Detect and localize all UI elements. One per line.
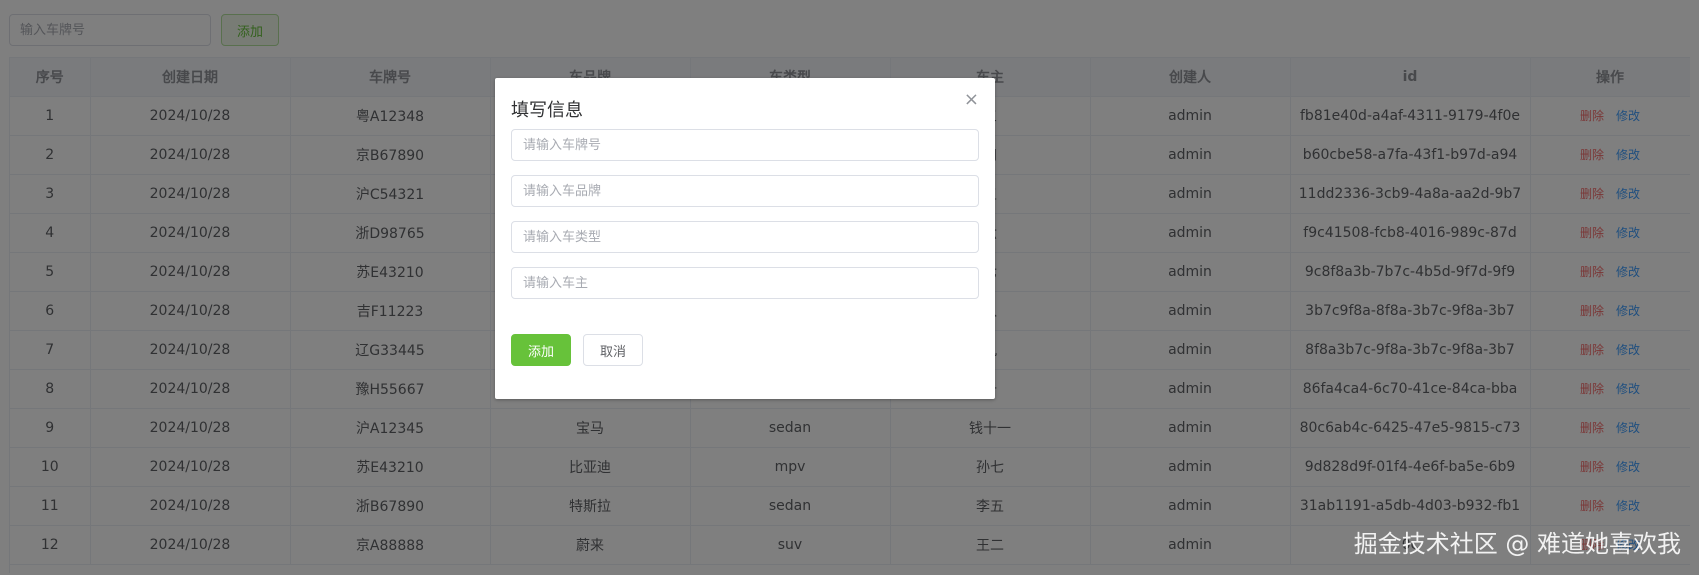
dialog-cancel-button[interactable]: 取消	[583, 334, 643, 366]
dialog-title: 填写信息	[511, 100, 583, 121]
watermark: 掘金技术社区 @ 难道她喜欢我	[1353, 530, 1681, 558]
brand-field[interactable]	[511, 175, 979, 207]
dialog-add-button[interactable]: 添加	[511, 334, 571, 366]
owner-field[interactable]	[511, 267, 979, 299]
fill-info-dialog: 填写信息 × 添加 取消	[495, 78, 995, 399]
type-field[interactable]	[511, 221, 979, 253]
close-icon[interactable]: ×	[964, 90, 979, 110]
plate-field[interactable]	[511, 129, 979, 161]
